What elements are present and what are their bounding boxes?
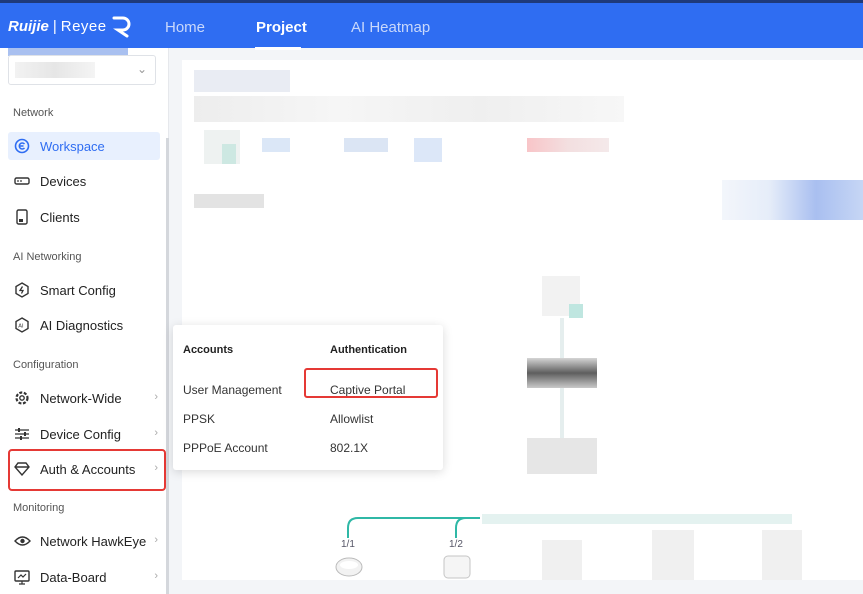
brand-logo[interactable]: Ruijie | Reyee <box>8 14 133 38</box>
blurred-label <box>194 194 264 208</box>
accounts-header: Accounts <box>183 344 234 356</box>
main-content-area <box>182 60 863 580</box>
blurred-link <box>560 318 564 358</box>
blurred-node <box>762 530 802 580</box>
section-monitoring: Monitoring <box>13 502 65 514</box>
smart-config-icon <box>13 281 31 299</box>
blurred-button <box>722 180 863 220</box>
logo-separator: | <box>52 17 57 35</box>
highlight-box-captive-portal <box>304 368 438 398</box>
sidebar-item-label: Clients <box>40 209 80 225</box>
topology-links <box>347 517 480 538</box>
blurred-link <box>560 388 564 438</box>
section-ai-networking: AI Networking <box>13 251 82 263</box>
section-network: Network <box>13 107 54 119</box>
blurred-gateway <box>527 358 597 388</box>
sidebar-item-label: Data-Board <box>40 569 107 585</box>
reyee-r-icon <box>112 16 131 38</box>
clients-icon <box>13 208 31 226</box>
tab-home[interactable]: Home <box>165 19 205 36</box>
blurred-site-name <box>15 62 95 78</box>
highlight-box-auth-accounts <box>8 449 166 491</box>
sidebar-item-ai-diagnostics[interactable]: AI AI Diagnostics <box>8 311 160 339</box>
workspace-icon <box>13 137 31 155</box>
tab-ai-heatmap[interactable]: AI Heatmap <box>351 19 430 36</box>
section-configuration: Configuration <box>13 359 79 371</box>
sidebar-item-label: AI Diagnostics <box>40 317 124 333</box>
sidebar-item-label: Network HawkEye <box>40 533 147 549</box>
chevron-right-icon: › <box>154 570 158 582</box>
chevron-right-icon: › <box>154 391 158 403</box>
port-label-1: 1/1 <box>341 539 355 550</box>
menu-item-802-1x[interactable]: 802.1X <box>330 441 368 455</box>
sidebar-item-label: Smart Config <box>40 282 116 298</box>
chevron-right-icon: › <box>154 534 158 546</box>
blurred-node-accent <box>569 304 583 318</box>
site-selector[interactable]: ⌄ <box>8 55 156 85</box>
blurred-switch <box>527 438 597 474</box>
blurred-node <box>542 540 582 580</box>
authentication-header: Authentication <box>330 344 407 356</box>
access-point-icon[interactable] <box>334 556 364 583</box>
blurred-block <box>344 138 388 152</box>
gear-icon <box>13 389 31 407</box>
eye-icon <box>13 532 31 550</box>
tab-project[interactable]: Project <box>256 19 307 36</box>
sidebar-item-smart-config[interactable]: Smart Config <box>8 276 160 304</box>
sidebar-item-label: Devices <box>40 173 87 189</box>
devices-icon <box>13 172 31 190</box>
ruijie-logo-text: Ruijie <box>8 17 49 35</box>
blurred-block <box>414 138 442 162</box>
sidebar: ⌄ Network Workspace Devices Clients AI N… <box>0 48 169 594</box>
top-navigation-bar: Ruijie | Reyee Home Project AI Heatmap <box>0 0 863 50</box>
sidebar-scrollbar[interactable] <box>166 138 169 594</box>
auth-accounts-flyout-menu: Accounts Authentication User Management … <box>173 325 443 470</box>
menu-item-user-management[interactable]: User Management <box>183 383 282 397</box>
sidebar-item-workspace[interactable]: Workspace <box>8 132 160 160</box>
sidebar-item-network-hawkeye[interactable]: Network HawkEye › <box>8 527 160 555</box>
sidebar-item-network-wide[interactable]: Network-Wide › <box>8 384 160 412</box>
router-device-icon[interactable] <box>442 554 472 585</box>
menu-item-allowlist[interactable]: Allowlist <box>330 412 373 426</box>
monitor-icon <box>13 568 31 586</box>
sidebar-item-devices[interactable]: Devices <box>8 167 160 195</box>
sliders-icon <box>13 425 31 443</box>
chevron-down-icon: ⌄ <box>136 62 147 76</box>
blurred-link <box>482 514 792 524</box>
active-tab-indicator <box>255 47 301 50</box>
menu-item-pppoe-account[interactable]: PPPoE Account <box>183 441 268 455</box>
blurred-status <box>527 138 609 152</box>
sidebar-item-label: Device Config <box>40 426 121 442</box>
port-label-2: 1/2 <box>449 539 463 550</box>
svg-text:AI: AI <box>18 324 24 330</box>
blurred-block <box>262 138 290 152</box>
reyee-logo-text: Reyee <box>60 17 107 35</box>
sidebar-item-label: Workspace <box>40 138 105 154</box>
blurred-node <box>652 530 694 580</box>
ai-diagnostics-icon: AI <box>13 316 31 334</box>
menu-item-ppsk[interactable]: PPSK <box>183 412 215 426</box>
blurred-title <box>194 70 290 92</box>
blurred-subtitle <box>194 96 624 122</box>
chevron-right-icon: › <box>154 427 158 439</box>
sidebar-item-device-config[interactable]: Device Config › <box>8 420 160 448</box>
blurred-block <box>222 144 236 164</box>
sidebar-item-clients[interactable]: Clients <box>8 203 160 231</box>
sidebar-item-data-board[interactable]: Data-Board › <box>8 563 160 591</box>
sidebar-item-label: Network-Wide <box>40 390 122 406</box>
